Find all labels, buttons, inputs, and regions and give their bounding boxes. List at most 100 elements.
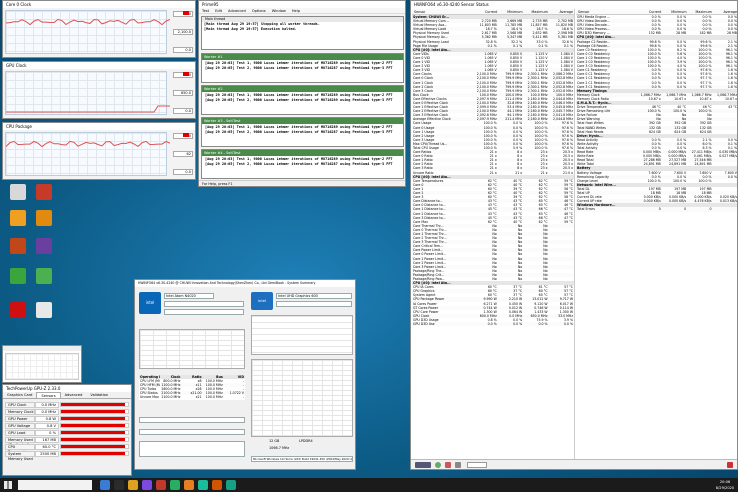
graph-scale-value: 62 — [173, 151, 193, 157]
worker-log: [Aug 29 20:03] Test 1, 9000 Lucas Lehmer… — [203, 125, 402, 145]
gpuz-tabs: Graphics Card Sensors Advanced Validation — [3, 392, 131, 399]
desktop: Core 0 Clock4.02,100.00.0GPU Clock4.0650… — [0, 0, 738, 478]
clock-value: 100.0 MHz — [205, 395, 223, 400]
column-header[interactable]: Minimum — [662, 9, 687, 14]
sensor-row[interactable]: GPU D3D Use 0.0 % 0.0 % 0.0 % 0.0 % — [412, 322, 574, 327]
taskbar-app-icon[interactable] — [198, 480, 208, 490]
toolbar-clock-icon[interactable] — [435, 462, 441, 468]
taskbar-app-icon[interactable] — [184, 480, 194, 490]
column-header[interactable]: Average — [549, 9, 574, 14]
desktop-icon[interactable] — [6, 238, 30, 266]
menu-item-edit[interactable]: Edit — [215, 9, 222, 13]
mini-graph-window[interactable] — [2, 345, 82, 383]
taskbar-app-icon[interactable] — [100, 480, 110, 490]
graph-window[interactable]: Core 0 Clock4.02,100.00.0 — [2, 0, 196, 58]
desktop-icon[interactable] — [32, 184, 56, 212]
gpuz-sensor-label[interactable]: System Memory Used — [5, 450, 35, 461]
sensor-value: 0 — [687, 207, 713, 212]
toolbar-settings-icon[interactable] — [455, 462, 461, 468]
column-header[interactable]: Sensor — [576, 9, 637, 14]
prime95-window[interactable]: Prime95 Test Edit Advanced Options Window Hel… — [198, 0, 406, 187]
sensor-row[interactable]: Total Errors 0 0 0 — [576, 207, 737, 212]
desktop-icon[interactable] — [6, 302, 30, 330]
hwinfo-sensor-title: HWiNFO64 v6.30-4240 Sensor Status — [411, 1, 737, 8]
desktop-icon[interactable] — [6, 268, 30, 296]
gpuz-sensor-label[interactable]: GPU Power — [5, 415, 35, 422]
gpuz-sensor-label[interactable]: CPU Temperature — [5, 443, 35, 454]
column-header[interactable]: Current — [637, 9, 662, 14]
sensor-value: 2,052.8 MHz — [553, 80, 573, 85]
taskbar-app-icon[interactable] — [212, 480, 222, 490]
memory-type-value: LPDDR4 — [299, 439, 313, 443]
toolbar-arrows-icon[interactable] — [415, 462, 431, 468]
graph-window[interactable]: GPU Clock4.0650.00.0 — [2, 61, 196, 119]
prime95-main-thread-window[interactable]: Main thread [Main thread Aug 29 19:57] S… — [201, 16, 404, 50]
menu-item-advanced[interactable]: Advanced — [228, 9, 246, 13]
start-button[interactable] — [4, 481, 12, 489]
graph-window-title: Core 0 Clock — [3, 1, 195, 8]
column-header[interactable]: Sensor — [412, 9, 473, 14]
cpu-spec-field — [164, 301, 244, 307]
prime95-worker-window[interactable]: Worker #2 [Aug 29 20:03] Test 1, 9000 Luc… — [201, 85, 404, 115]
desktop-icon-image — [36, 184, 52, 200]
clock-point-name: Uncore Max — [140, 395, 159, 400]
desktop-icon[interactable] — [6, 184, 30, 212]
gpuz-tab-graphics-card[interactable]: Graphics Card — [3, 392, 36, 398]
taskbar-app-icon[interactable] — [142, 480, 152, 490]
taskbar-app-icon[interactable] — [226, 480, 236, 490]
hwinfo-sensor-window[interactable]: HWiNFO64 v6.30-4240 Sensor Status Sensor… — [410, 0, 738, 470]
column-header[interactable]: Maximum — [688, 9, 713, 14]
gpuz-sensor-label[interactable]: GPU Voltage — [5, 422, 35, 429]
prime95-worker-window[interactable]: Worker #4 - Self-Test [Aug 29 20:03] Test… — [201, 149, 404, 179]
desktop-icon-image — [36, 302, 52, 318]
column-header[interactable]: Current — [473, 9, 498, 14]
column-header[interactable]: Maximum — [524, 9, 549, 14]
search-box[interactable] — [18, 480, 92, 490]
menu-item-window[interactable]: Window — [272, 9, 286, 13]
taskbar-app-icon[interactable] — [170, 480, 180, 490]
menu-item-help[interactable]: Help — [292, 9, 300, 13]
taskbar-app-icon[interactable] — [114, 480, 124, 490]
desktop-icon[interactable] — [6, 210, 30, 238]
sensor-value: 0.0 % — [548, 322, 574, 327]
gpuz-sensor-label[interactable]: Memory Used (Dedicated) — [5, 436, 35, 447]
column-header[interactable]: Average — [713, 9, 737, 14]
gpuz-tab-advanced[interactable]: Advanced — [61, 392, 87, 398]
desktop-icon-image — [10, 302, 26, 318]
taskbar: 20:06 8/29/2020 — [0, 478, 738, 492]
graph-line — [6, 18, 170, 26]
column-header[interactable]: Minimum — [498, 9, 523, 14]
gpuz-window[interactable]: TechPowerUp GPU-Z 2.33.0 Graphics Card Se… — [2, 384, 132, 476]
hwinfo-right-pane[interactable]: Sensor Current Minimum Maximum Average GPU M… — [576, 9, 737, 461]
taskbar-clock[interactable]: 20:06 8/29/2020 — [714, 479, 736, 491]
desktop-icon-image — [36, 238, 52, 254]
gpuz-sensor-label[interactable]: GPU Clock — [5, 401, 35, 408]
graph-series — [6, 105, 170, 113]
desktop-icon[interactable] — [32, 210, 56, 238]
gpuz-sensor-label[interactable]: Memory Clock — [5, 408, 35, 415]
menu-item-options[interactable]: Options — [252, 9, 266, 13]
worker-log: [Aug 29 20:03] Test 1, 9000 Lucas Lehmer… — [203, 93, 402, 113]
taskbar-app-icon[interactable] — [128, 480, 138, 490]
worker-title: Worker #3 - Self-Test — [202, 118, 403, 124]
menu-item-test[interactable]: Test — [202, 9, 209, 13]
prime95-worker-window[interactable]: Worker #3 - Self-Test [Aug 29 20:03] Test… — [201, 117, 404, 147]
gpu-name-field: Intel UHD Graphics 600 — [276, 293, 352, 299]
gpuz-tab-validation[interactable]: Validation — [86, 392, 112, 398]
gpuz-tab-sensors[interactable]: Sensors — [36, 392, 61, 398]
prime95-status-bar: For Help, press F1 — [199, 180, 405, 186]
taskbar-app-icon[interactable] — [156, 480, 166, 490]
toolbar-reset-icon[interactable] — [445, 462, 451, 468]
prime95-worker-window[interactable]: Worker #1 [Aug 29 20:03] Test 1, 9000 Luc… — [201, 53, 404, 83]
gpuz-sensor-label[interactable]: GPU Load — [5, 429, 35, 436]
worker-title: Worker #4 - Self-Test — [202, 150, 403, 156]
hwinfo-left-pane[interactable]: Sensor Current Minimum Maximum Average Syste… — [412, 9, 575, 461]
desktop-icon[interactable] — [32, 238, 56, 266]
graph-window[interactable]: CPU Package4.0620.0 — [2, 122, 196, 180]
system-summary-window[interactable]: HWiNFO64 v6.30-4240 @ CHUWI Innovation A… — [134, 279, 356, 470]
desktop-icon[interactable] — [32, 268, 56, 296]
graph-series — [6, 140, 170, 148]
gpuz-sensor-graph — [60, 451, 129, 456]
toolbar-close-icon[interactable] — [727, 462, 733, 468]
desktop-icon[interactable] — [32, 302, 56, 330]
